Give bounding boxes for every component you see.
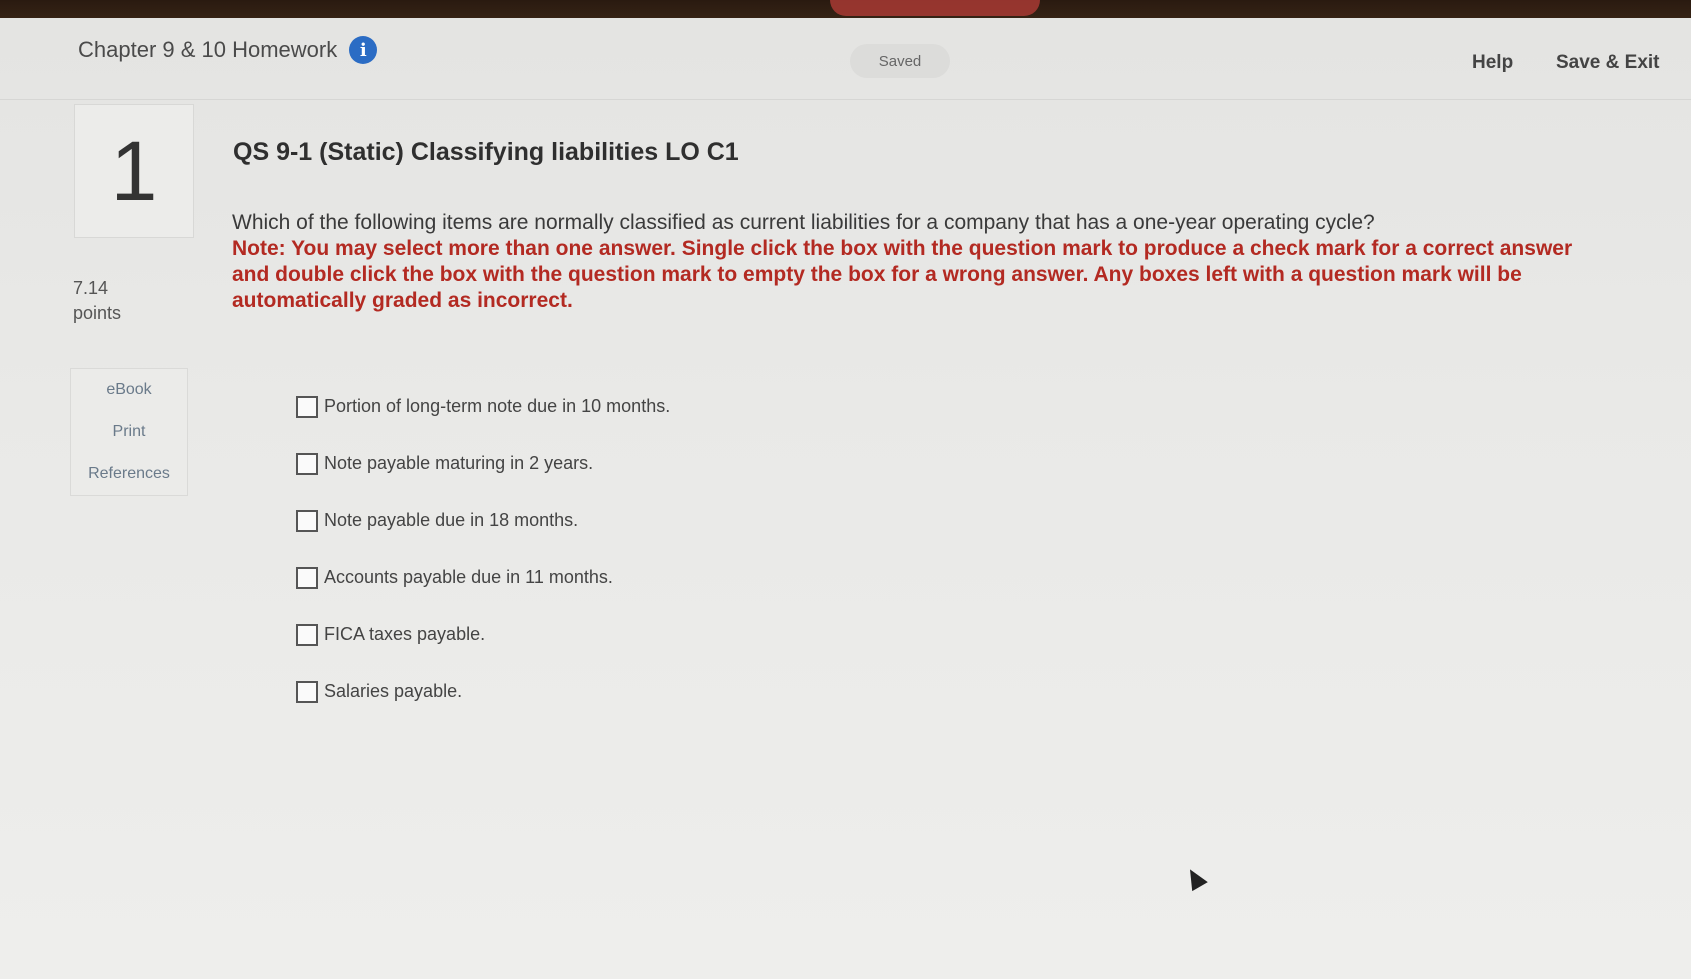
answer-option-label: Salaries payable.	[324, 681, 463, 701]
info-icon[interactable]: i	[349, 36, 378, 64]
bezel-red-tab	[830, 0, 1040, 16]
question-number: 1	[74, 104, 194, 238]
screen: Chapter 9 & 10 Homework i Saved Help Sav…	[0, 18, 1691, 979]
answer-option[interactable]: Salaries payable.	[296, 663, 670, 720]
answer-option-label: Note payable maturing in 2 years.	[324, 453, 594, 473]
answer-option-label: Accounts payable due in 11 months.	[324, 567, 613, 587]
checkbox[interactable]	[296, 566, 318, 589]
answer-option-label: Note payable due in 18 months.	[324, 510, 579, 530]
top-bar: Chapter 9 & 10 Homework i Saved Help Sav…	[0, 18, 1691, 100]
question-title: QS 9-1 (Static) Classifying liabilities …	[233, 138, 739, 166]
answer-option[interactable]: Note payable maturing in 2 years.	[296, 435, 670, 492]
checkbox[interactable]	[296, 509, 318, 532]
points-label: points	[73, 303, 122, 323]
side-item-references[interactable]: References	[71, 453, 187, 495]
question-text: Which of the following items are normall…	[232, 210, 1612, 314]
side-menu: eBook Print References	[70, 368, 188, 496]
answer-option[interactable]: Note payable due in 18 months.	[296, 492, 670, 549]
help-link[interactable]: Help	[1472, 52, 1513, 74]
answer-option[interactable]: Accounts payable due in 11 months.	[296, 549, 670, 606]
checkbox[interactable]	[296, 623, 318, 646]
answer-option[interactable]: FICA taxes payable.	[296, 606, 670, 663]
points-block: 7.14 points	[73, 276, 121, 326]
checkbox[interactable]	[296, 395, 318, 418]
question-note: Note: You may select more than one answe…	[232, 237, 1573, 312]
side-item-print[interactable]: Print	[71, 411, 187, 453]
answer-option-label: Portion of long-term note due in 10 mont…	[324, 396, 671, 416]
saved-status-badge: Saved	[850, 44, 950, 78]
checkbox[interactable]	[296, 680, 318, 703]
side-item-ebook[interactable]: eBook	[71, 369, 187, 411]
assignment-title: Chapter 9 & 10 Homework i	[78, 36, 378, 64]
points-value: 7.14	[73, 278, 109, 298]
assignment-title-text: Chapter 9 & 10 Homework	[78, 37, 338, 62]
save-exit-link[interactable]: Save & Exit	[1556, 52, 1660, 74]
answer-option[interactable]: Portion of long-term note due in 10 mont…	[296, 378, 670, 435]
answer-options: Portion of long-term note due in 10 mont…	[296, 378, 670, 720]
answer-option-label: FICA taxes payable.	[324, 624, 486, 644]
mouse-cursor-icon	[1182, 864, 1208, 892]
checkbox[interactable]	[296, 452, 318, 475]
question-prompt: Which of the following items are normall…	[232, 211, 1375, 234]
